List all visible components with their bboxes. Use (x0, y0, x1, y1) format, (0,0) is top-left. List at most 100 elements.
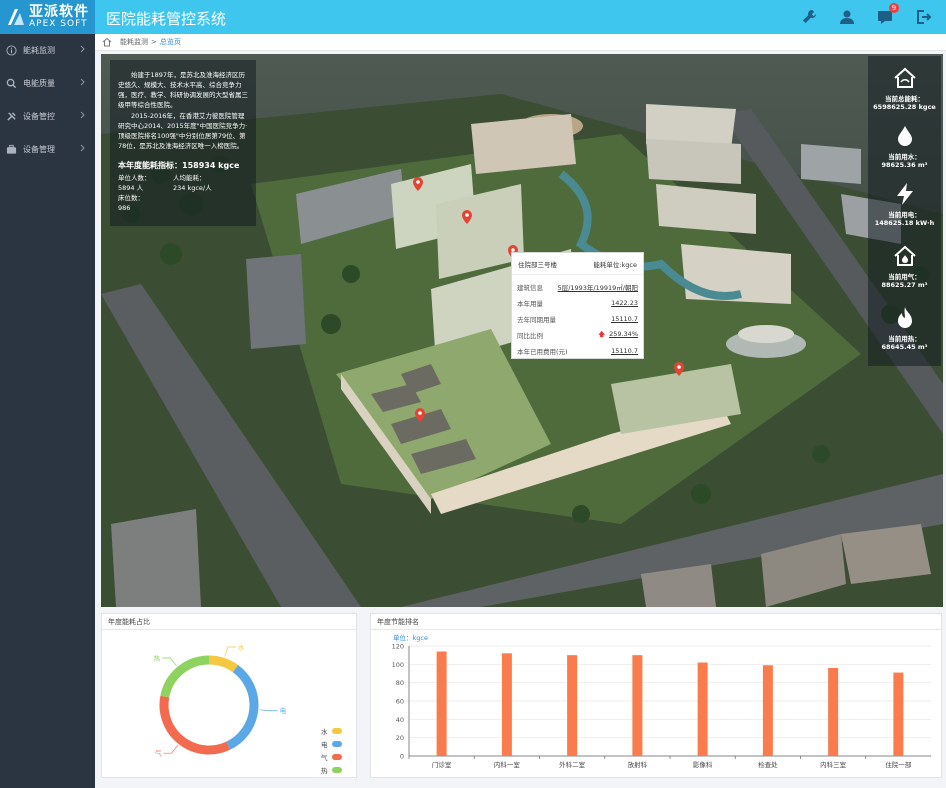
location-pin-icon[interactable] (674, 362, 684, 376)
stat-value: 68645.45 m³ (881, 343, 928, 351)
y-tick-label: 100 (392, 661, 404, 669)
donut-leader-line (224, 646, 236, 657)
donut-slice[interactable] (160, 655, 210, 698)
sidebar-item-label: 设备管理 (23, 145, 55, 154)
popup-title: 住院部三号楼 (518, 261, 557, 269)
donut-slice[interactable] (226, 664, 259, 750)
top-header: 亚派软件 APEX SOFT 医院能耗管控系统 9 (0, 0, 946, 34)
bar[interactable] (762, 665, 773, 756)
breadcrumb-current: 总览页 (159, 38, 181, 46)
logo-cn: 亚派软件 (29, 4, 89, 20)
search-icon (6, 78, 17, 89)
stat-gas: 当前用气： 88625.27 m³ (868, 244, 941, 289)
y-tick-label: 60 (396, 698, 404, 706)
popup-row-value[interactable]: 5层/1993年/19919㎡/朝阳 (558, 282, 638, 292)
bar[interactable] (632, 655, 643, 756)
x-tick-label: 影像科 (693, 760, 713, 769)
x-tick-label: 外科二室 (559, 760, 586, 769)
popup-row: 去年同期用量 15110.7 (512, 311, 643, 327)
sidebar-item-label: 电能质量 (23, 79, 55, 88)
sidebar-item-energy-monitor[interactable]: 能耗监测 (0, 34, 95, 67)
stat-label: 当前用气： (888, 273, 921, 281)
logout-icon[interactable] (914, 8, 932, 26)
stat-label: 当前用水： (888, 153, 921, 161)
popup-row-label: 本年已用费用(元) (517, 348, 568, 356)
chevron-right-icon (80, 144, 85, 152)
gas-flame-icon (893, 245, 916, 266)
donut-slice[interactable] (159, 695, 231, 755)
bar[interactable] (436, 651, 447, 757)
bar[interactable] (893, 672, 904, 756)
beds-value: 986 (118, 204, 131, 212)
sidebar-item-device-control[interactable]: 设备管控 (0, 100, 95, 133)
fire-icon (897, 307, 912, 328)
hospital-ranking: 2015-2016年，在香港艾力彼医院管理研究中心2014、2015年度"中国医… (118, 112, 248, 150)
popup-header: 住院部三号楼 能耗单位:kgce (512, 253, 643, 275)
logo-text: 亚派软件 APEX SOFT (29, 5, 89, 29)
breadcrumb-root[interactable]: 能耗监测 (120, 37, 148, 47)
location-pin-icon[interactable] (415, 408, 425, 422)
y-tick-label: 0 (400, 753, 404, 761)
legend-label: 热 (321, 767, 328, 775)
popup-row: 同比比例 🡅 259.34% (512, 327, 643, 343)
legend-item[interactable]: 水 (321, 726, 342, 736)
y-tick-label: 120 (392, 643, 404, 651)
location-pin-icon[interactable] (462, 210, 472, 224)
bar[interactable] (697, 662, 708, 757)
legend-swatch (331, 728, 342, 734)
legend-label: 气 (321, 754, 328, 762)
bar[interactable] (501, 653, 512, 756)
donut-slice-label: 气 (155, 749, 162, 758)
sidebar-item-label: 能耗监测 (23, 46, 55, 55)
x-tick-label: 放射科 (628, 760, 648, 769)
popup-row-value[interactable]: 1422.23 (611, 299, 638, 307)
message-icon[interactable]: 9 (876, 3, 899, 26)
sidebar-item-label: 设备管控 (23, 112, 55, 121)
bar[interactable] (828, 668, 839, 756)
donut-leader-line (259, 709, 278, 712)
hospital-info-panel: 始建于1897年，是苏北及淮海经济区历史悠久、规模大、技术水平高、综合竞争力强，… (110, 60, 256, 226)
panel-title: 年度能耗占比 (102, 614, 356, 630)
user-icon[interactable] (838, 8, 856, 26)
annual-target-label: 本年度能耗指标： (118, 161, 182, 170)
per-capita-label: 人均能耗： (173, 174, 206, 182)
legend-item[interactable]: 热 (321, 765, 342, 775)
popup-row-value[interactable]: 259.34% (609, 330, 638, 338)
popup-row-value[interactable]: 15110.7 (611, 347, 638, 355)
donut-slice[interactable] (208, 655, 239, 673)
briefcase-icon (6, 144, 17, 154)
chevron-right-icon (80, 111, 85, 119)
water-drop-icon (897, 126, 912, 146)
legend-item[interactable]: 电 (321, 739, 342, 749)
legend-item[interactable]: 气 (321, 752, 342, 762)
popup-row-label: 建筑信息 (517, 284, 543, 292)
building-popup: 住院部三号楼 能耗单位:kgce 建筑信息 5层/1993年/19919㎡/朝阳… (511, 252, 644, 359)
app-title: 医院能耗管控系统 (106, 10, 227, 28)
home-icon[interactable] (102, 37, 112, 47)
donut-slice-label: 热 (154, 653, 161, 662)
stat-value: 98625.36 m³ (881, 161, 928, 169)
legend-swatch (331, 767, 342, 773)
bar[interactable] (567, 655, 578, 756)
popup-row: 建筑信息 5层/1993年/19919㎡/朝阳 (512, 279, 643, 295)
donut-slice-label: 电 (280, 706, 287, 715)
x-tick-label: 内科一室 (494, 760, 521, 769)
logo[interactable]: 亚派软件 APEX SOFT (0, 0, 95, 34)
stat-electricity: 当前用电： 148625.18 kW·h (868, 182, 941, 227)
breadcrumb: 能耗监测 > 总览页 (95, 34, 946, 51)
popup-row-value[interactable]: 15110.7 (611, 315, 638, 323)
notification-badge: 9 (889, 3, 899, 13)
breadcrumb-separator: > (151, 38, 157, 46)
popup-row-label: 同比比例 (517, 332, 543, 340)
building-energy-icon (893, 67, 916, 88)
stat-label: 当前用电： (888, 211, 921, 219)
y-tick-label: 80 (396, 679, 404, 687)
sidebar-item-device-management[interactable]: 设备管理 (0, 133, 95, 166)
beds-label: 床位数： (118, 194, 144, 202)
panel-title: 年度节能排名 (371, 614, 941, 630)
wrench-icon[interactable] (800, 8, 818, 26)
location-pin-icon[interactable] (413, 177, 423, 191)
donut-chart: 水电气 热 (154, 642, 287, 758)
legend-label: 水 (321, 728, 328, 736)
sidebar-item-power-quality[interactable]: 电能质量 (0, 67, 95, 100)
